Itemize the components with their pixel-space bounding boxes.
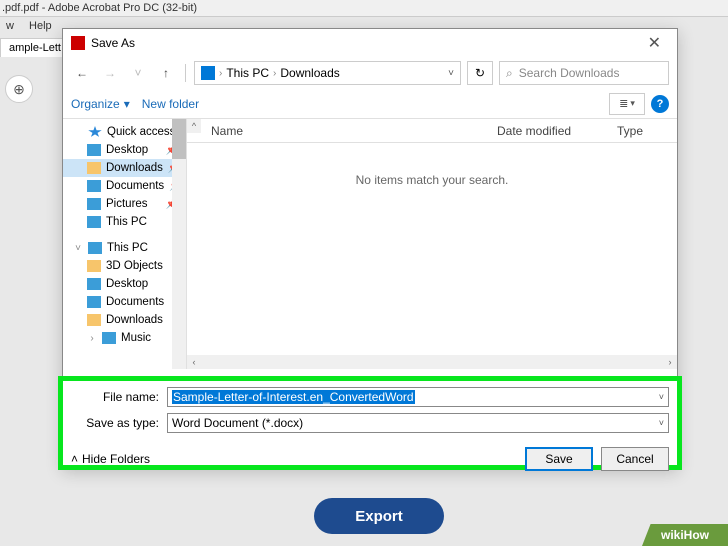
desktop-icon <box>87 278 101 290</box>
tree-pictures[interactable]: Pictures📌 <box>63 195 186 213</box>
highlight-box: File name: Sample-Letter-of-Interest.en_… <box>58 376 682 470</box>
tree-desktop[interactable]: Desktop📌 <box>63 141 186 159</box>
savetype-label: Save as type: <box>71 416 167 430</box>
zoom-tool-icon[interactable]: ⊕ <box>5 75 33 103</box>
documents-icon <box>87 296 101 308</box>
toolbar: Organize ▾ New folder ≣▾ ? <box>63 89 677 119</box>
view-options-button[interactable]: ≣▾ <box>609 93 645 115</box>
new-folder-button[interactable]: New folder <box>142 97 199 111</box>
file-list-header: Name Date modified Type <box>187 119 677 143</box>
chevron-down-icon: ▾ <box>124 97 130 111</box>
close-button[interactable]: ✕ <box>640 31 669 55</box>
folder-icon <box>87 260 101 272</box>
tree-3dobjects[interactable]: 3D Objects <box>63 257 186 275</box>
menu-help[interactable]: Help <box>23 18 58 34</box>
crumb-downloads[interactable]: Downloads <box>280 66 339 80</box>
chevron-right-icon[interactable]: › <box>273 68 276 79</box>
tree-downloads[interactable]: Downloads📌 <box>63 159 186 177</box>
pc-icon <box>87 216 101 228</box>
tree-documents[interactable]: Documents📌 <box>63 177 186 195</box>
pictures-icon <box>87 198 101 210</box>
nav-row: ← → ˅ ↑ › This PC › Downloads ˅ ↻ ⌕ Sear… <box>63 57 677 89</box>
forward-button: → <box>99 62 121 84</box>
document-tab[interactable]: ample-Lett <box>0 38 70 57</box>
back-button[interactable]: ← <box>71 62 93 84</box>
downloads-folder-icon <box>201 66 215 80</box>
crumb-this-pc[interactable]: This PC <box>226 66 269 80</box>
export-button[interactable]: Export <box>314 498 444 534</box>
tree-thispc-quick[interactable]: This PC <box>63 213 186 231</box>
tree-thispc[interactable]: ˅This PC <box>63 239 186 257</box>
horizontal-scrollbar[interactable]: ‹ › <box>187 355 677 369</box>
tree-documents2[interactable]: Documents <box>63 293 186 311</box>
col-name[interactable]: Name <box>187 124 487 138</box>
chevron-down-icon[interactable]: ˅ <box>659 392 664 402</box>
filename-label: File name: <box>71 390 167 404</box>
menu-view[interactable]: w <box>0 18 20 34</box>
downloads-icon <box>87 162 101 174</box>
desktop-icon <box>87 144 101 156</box>
dialog-body: Quick access Desktop📌 Downloads📌 Documen… <box>63 119 677 369</box>
chevron-right-icon[interactable]: › <box>219 68 222 79</box>
pc-icon <box>88 242 102 254</box>
savetype-select[interactable]: Word Document (*.docx) ˅ <box>167 413 669 433</box>
tree-quick-access[interactable]: Quick access <box>63 123 186 141</box>
dialog-titlebar: Save As ✕ <box>63 29 677 57</box>
window-title: .pdf.pdf - Adobe Acrobat Pro DC (32-bit) <box>0 0 728 17</box>
col-type[interactable]: Type <box>607 124 677 138</box>
downloads-icon <box>87 314 101 326</box>
file-list: ^ Name Date modified Type No items match… <box>187 119 677 369</box>
chevron-down-icon[interactable]: ˅ <box>659 418 664 428</box>
organize-button[interactable]: Organize ▾ <box>71 97 130 111</box>
tree-downloads2[interactable]: Downloads <box>63 311 186 329</box>
up-button[interactable]: ↑ <box>155 62 177 84</box>
dialog-title: Save As <box>91 36 135 50</box>
documents-icon <box>87 180 101 192</box>
crumb-dropdown-icon[interactable]: ˅ <box>448 68 454 79</box>
tree-desktop2[interactable]: Desktop <box>63 275 186 293</box>
folder-tree[interactable]: Quick access Desktop📌 Downloads📌 Documen… <box>63 119 187 369</box>
chevron-up-icon: ˄ <box>71 452 78 466</box>
music-icon <box>102 332 116 344</box>
scroll-left-icon[interactable]: ‹ <box>187 355 201 369</box>
filename-input[interactable]: Sample-Letter-of-Interest.en_ConvertedWo… <box>167 387 669 407</box>
search-placeholder: Search Downloads <box>519 66 620 80</box>
help-icon[interactable]: ? <box>651 95 669 113</box>
star-icon <box>88 126 102 138</box>
scroll-right-icon[interactable]: › <box>663 355 677 369</box>
scroll-up-icon[interactable]: ^ <box>187 119 201 133</box>
search-icon: ⌕ <box>506 66 513 81</box>
recent-dropdown[interactable]: ˅ <box>127 62 149 84</box>
tree-scroll-thumb[interactable] <box>172 119 186 159</box>
nav-separator <box>185 64 186 82</box>
pdf-icon <box>71 36 85 50</box>
wikihow-watermark: wikiHow <box>642 524 728 546</box>
save-button[interactable]: Save <box>525 447 593 471</box>
tree-music[interactable]: ›Music <box>63 329 186 347</box>
refresh-button[interactable]: ↻ <box>467 61 493 85</box>
search-input[interactable]: ⌕ Search Downloads <box>499 61 669 85</box>
breadcrumb[interactable]: › This PC › Downloads ˅ <box>194 61 461 85</box>
col-date[interactable]: Date modified <box>487 124 607 138</box>
filename-value: Sample-Letter-of-Interest.en_ConvertedWo… <box>172 390 415 404</box>
savetype-value: Word Document (*.docx) <box>172 416 303 430</box>
hide-folders-button[interactable]: ˄ Hide Folders <box>71 452 150 466</box>
empty-message: No items match your search. <box>187 143 677 187</box>
cancel-button[interactable]: Cancel <box>601 447 669 471</box>
